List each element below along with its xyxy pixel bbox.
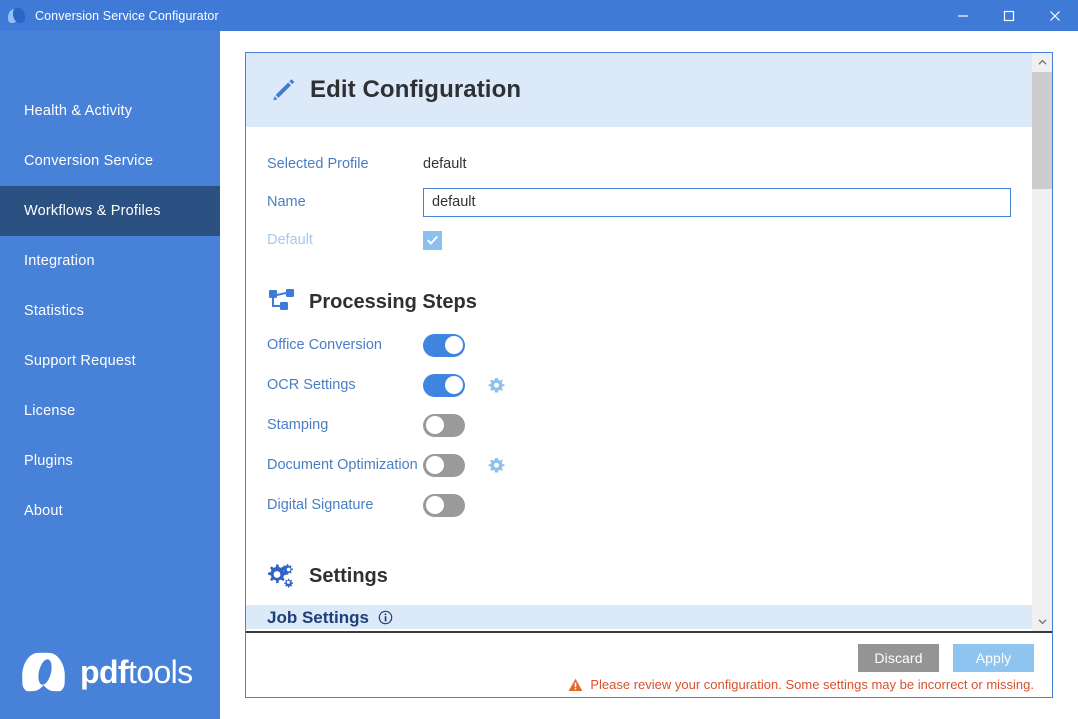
- sidebar-item-statistics[interactable]: Statistics: [0, 286, 220, 336]
- workflow-icon: [269, 289, 294, 310]
- panel-scroll-area: Edit Configuration Selected Profile defa…: [246, 53, 1052, 631]
- name-label: Name: [267, 194, 306, 210]
- office-conversion-toggle[interactable]: [423, 333, 465, 357]
- job-settings-label: Job Settings: [267, 607, 370, 627]
- apply-button[interactable]: Apply: [953, 644, 1034, 672]
- sidebar-item-label: License: [24, 403, 76, 419]
- brand-wordmark: pdftools: [80, 656, 193, 688]
- step-row-stamping: Stamping: [246, 405, 1032, 445]
- sidebar-item-label: Integration: [24, 253, 95, 269]
- panel-footer: Discard Apply Please review your configu…: [246, 633, 1052, 697]
- sidebar-item-label: Statistics: [24, 303, 85, 319]
- gear-icon[interactable]: [488, 377, 505, 394]
- stamping-toggle[interactable]: [423, 413, 465, 437]
- sidebar-item-about[interactable]: About: [0, 486, 220, 536]
- application-window: Conversion Service Configurator Health &…: [0, 0, 1078, 719]
- sidebar-item-label: Workflows & Profiles: [24, 203, 161, 219]
- chevron-up-icon: [1038, 59, 1046, 65]
- step-label: Office Conversion: [267, 337, 382, 353]
- chevron-down-icon: [1038, 619, 1046, 625]
- pdftools-logo-icon: [21, 649, 68, 695]
- name-input[interactable]: [423, 187, 1011, 217]
- check-icon: [427, 235, 438, 244]
- sidebar-nav: Health & Activity Conversion Service Wor…: [0, 86, 220, 536]
- warning-message: Please review your configuration. Some s…: [590, 677, 1034, 692]
- sidebar-item-health-activity[interactable]: Health & Activity: [0, 86, 220, 136]
- brand-logo: pdftools: [21, 649, 193, 695]
- processing-steps-heading: Processing Steps: [246, 287, 1032, 317]
- sidebar-item-label: Plugins: [24, 453, 73, 469]
- default-checkbox[interactable]: [423, 230, 442, 250]
- sidebar-item-conversion-service[interactable]: Conversion Service: [0, 136, 220, 186]
- panel-scroll-viewport: Edit Configuration Selected Profile defa…: [246, 53, 1032, 631]
- maximize-icon[interactable]: [986, 0, 1032, 31]
- digital-signature-toggle[interactable]: [423, 493, 465, 517]
- vertical-scrollbar[interactable]: [1032, 53, 1052, 631]
- settings-heading: Settings: [246, 561, 1032, 591]
- scroll-down-button[interactable]: [1032, 612, 1052, 631]
- sidebar-item-plugins[interactable]: Plugins: [0, 436, 220, 486]
- default-row: Default: [246, 221, 1032, 259]
- selected-profile-value: default: [423, 156, 467, 172]
- window-title: Conversion Service Configurator: [35, 8, 219, 23]
- window-controls: [940, 0, 1078, 31]
- warning-triangle-icon: [568, 678, 583, 691]
- sidebar-item-label: Support Request: [24, 353, 136, 369]
- scroll-up-button[interactable]: [1032, 53, 1052, 72]
- processing-steps-title: Processing Steps: [309, 290, 477, 313]
- name-row: Name: [246, 183, 1032, 221]
- sidebar-item-label: Health & Activity: [24, 103, 133, 119]
- sidebar-item-integration[interactable]: Integration: [0, 236, 220, 286]
- page-title: Edit Configuration: [310, 76, 522, 103]
- sidebar-item-license[interactable]: License: [0, 386, 220, 436]
- brand-wordmark-bold: pdf: [80, 654, 129, 690]
- discard-button[interactable]: Discard: [858, 644, 939, 672]
- sidebar-item-support-request[interactable]: Support Request: [0, 336, 220, 386]
- step-label: Digital Signature: [267, 497, 374, 513]
- job-settings-header[interactable]: Job Settings: [246, 605, 1032, 629]
- selected-profile-row: Selected Profile default: [246, 145, 1032, 183]
- close-icon[interactable]: [1032, 0, 1078, 31]
- step-label: Stamping: [267, 417, 329, 433]
- profile-form: Selected Profile default Name Default: [246, 127, 1032, 259]
- pdftools-logo-icon: [8, 7, 26, 25]
- step-row-document-optimization: Document Optimization: [246, 445, 1032, 485]
- validation-warning: Please review your configuration. Some s…: [568, 677, 1034, 692]
- step-row-office-conversion: Office Conversion: [246, 325, 1032, 365]
- step-label: Document Optimization: [267, 457, 418, 473]
- settings-title: Settings: [309, 564, 388, 587]
- gears-icon: [268, 564, 294, 588]
- minimize-icon[interactable]: [940, 0, 986, 31]
- selected-profile-label: Selected Profile: [267, 156, 369, 172]
- panel-header: Edit Configuration: [246, 53, 1032, 127]
- edit-configuration-panel: Edit Configuration Selected Profile defa…: [245, 52, 1053, 698]
- pencil-icon: [273, 79, 295, 101]
- step-row-digital-signature: Digital Signature: [246, 485, 1032, 525]
- main-content: Edit Configuration Selected Profile defa…: [220, 31, 1078, 719]
- brand-wordmark-regular: tools: [127, 654, 193, 690]
- sidebar: Health & Activity Conversion Service Wor…: [0, 31, 220, 719]
- sidebar-item-label: Conversion Service: [24, 153, 154, 169]
- info-icon[interactable]: [378, 610, 393, 625]
- ocr-settings-toggle[interactable]: [423, 373, 465, 397]
- step-row-ocr-settings: OCR Settings: [246, 365, 1032, 405]
- scrollbar-thumb[interactable]: [1032, 72, 1052, 189]
- default-label: Default: [267, 232, 313, 248]
- step-label: OCR Settings: [267, 377, 356, 393]
- sidebar-item-workflows-profiles[interactable]: Workflows & Profiles: [0, 186, 220, 236]
- sidebar-item-label: About: [24, 503, 63, 519]
- gear-icon[interactable]: [488, 457, 505, 474]
- document-optimization-toggle[interactable]: [423, 453, 465, 477]
- title-bar: Conversion Service Configurator: [0, 0, 1078, 31]
